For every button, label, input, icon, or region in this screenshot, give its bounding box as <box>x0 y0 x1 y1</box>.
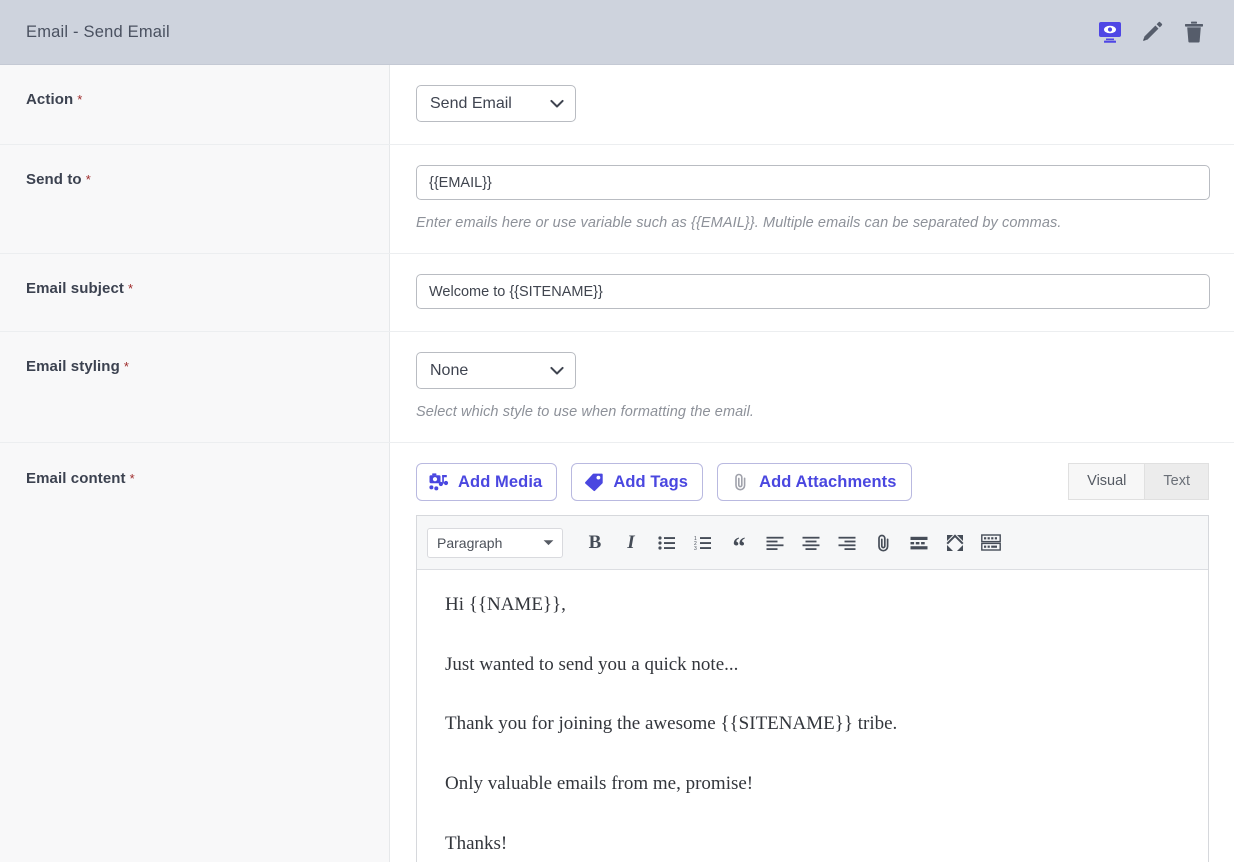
blockquote-glyph: “ <box>732 531 746 561</box>
align-center-icon[interactable] <box>793 526 829 560</box>
required-marker: * <box>85 172 91 187</box>
add-tags-label: Add Tags <box>613 472 689 491</box>
email-paragraph: Only valuable emails from me, promise! <box>445 772 754 794</box>
tab-text[interactable]: Text <box>1145 463 1209 500</box>
label-cell-email-styling: Email styling * <box>0 332 390 442</box>
editor-topbar: Add Media Add Tags Add Attachments Visua… <box>416 463 1209 501</box>
field-cell-email-styling: None Select which style to use when form… <box>390 332 1234 442</box>
bold-glyph: B <box>588 532 602 553</box>
send-to-help-text: Enter emails here or use variable such a… <box>416 215 1062 231</box>
email-content-editor-body[interactable]: Hi {{NAME}}, Just wanted to send you a q… <box>417 570 1208 862</box>
blockquote-icon[interactable]: “ <box>721 526 757 560</box>
email-action-panel: Email - Send Email Action * Send Email S… <box>0 0 1234 862</box>
wysiwyg-editor: Paragraph B I 1 2 3 “ Hi {{NAME}}, Just … <box>416 515 1209 862</box>
email-subject-input[interactable] <box>416 274 1210 309</box>
email-styling-help-text: Select which style to use when formattin… <box>416 404 755 420</box>
add-tags-button[interactable]: Add Tags <box>571 463 704 501</box>
svg-text:3: 3 <box>694 546 697 550</box>
email-paragraph: Thank you for joining the awesome {{SITE… <box>445 713 898 735</box>
label-cell-action: Action * <box>0 65 390 144</box>
field-cell-email-subject <box>390 254 1234 331</box>
action-select[interactable]: Send Email <box>416 85 576 122</box>
label-email-content: Email content <box>26 470 126 487</box>
field-cell-email-content: Add Media Add Tags Add Attachments Visua… <box>390 443 1234 862</box>
add-media-label: Add Media <box>458 472 543 491</box>
required-marker: * <box>123 359 129 374</box>
read-more-icon[interactable] <box>901 526 937 560</box>
label-cell-send-to: Send to * <box>0 145 390 253</box>
paragraph-format-select[interactable]: Paragraph <box>427 527 563 558</box>
edit-icon[interactable] <box>1140 20 1164 44</box>
field-cell-action: Send Email <box>390 65 1234 144</box>
tab-visual[interactable]: Visual <box>1068 463 1146 500</box>
form-row-send-to: Send to* Enter emails here or use variab… <box>0 145 1234 254</box>
panel-header: Email - Send Email <box>0 0 1234 65</box>
editor-mode-tabs: Visual Text <box>1068 463 1209 500</box>
form-row-email-subject: Email subject * <box>0 254 1234 332</box>
field-cell-send-to: Enter emails here or use variable such a… <box>390 145 1234 253</box>
label-email-styling: Email styling <box>26 358 120 375</box>
delete-icon[interactable] <box>1182 20 1206 44</box>
label-action: Action <box>26 91 74 108</box>
form-row-email-content: Email content * Add Media Add Tags Add A… <box>0 443 1234 862</box>
form-row-action: Action * Send Email <box>0 65 1234 145</box>
email-styling-select[interactable]: None <box>416 352 576 389</box>
add-media-button[interactable]: Add Media <box>416 463 558 501</box>
bold-icon[interactable]: B <box>577 526 613 560</box>
editor-toolbar: Paragraph B I 1 2 3 “ <box>417 516 1208 570</box>
page-title: Email - Send Email <box>26 22 170 41</box>
label-email-subject: Email subject <box>26 280 125 297</box>
align-left-icon[interactable] <box>757 526 793 560</box>
media-buttons: Add Media Add Tags Add Attachments <box>416 463 912 501</box>
tag-icon <box>585 473 604 492</box>
label-cell-email-content: Email content * <box>0 443 390 862</box>
numbered-list-icon[interactable]: 1 2 3 <box>685 526 721 560</box>
label-cell-email-subject: Email subject * <box>0 254 390 331</box>
add-attachments-label: Add Attachments <box>759 472 897 491</box>
link-icon[interactable] <box>865 526 901 560</box>
send-to-input[interactable] <box>416 165 1210 200</box>
align-right-icon[interactable] <box>829 526 865 560</box>
fullscreen-icon[interactable] <box>937 526 973 560</box>
required-marker: * <box>129 471 135 486</box>
form-row-email-styling: Email styling * None Select which style t… <box>0 332 1234 443</box>
toolbar-toggle-icon[interactable] <box>973 526 1009 560</box>
label-send-to: Send to <box>26 171 82 188</box>
add-attachments-button[interactable]: Add Attachments <box>717 463 912 501</box>
preview-icon[interactable] <box>1098 20 1122 44</box>
format-select-wrap: Paragraph <box>427 527 563 558</box>
italic-glyph: I <box>627 532 635 553</box>
bullet-list-icon[interactable] <box>649 526 685 560</box>
media-icon <box>429 473 449 491</box>
italic-icon[interactable]: I <box>613 526 649 560</box>
required-marker: * <box>77 92 83 107</box>
action-select-wrap: Send Email <box>416 85 576 122</box>
required-marker: * <box>128 281 134 296</box>
email-paragraph: Thanks! <box>445 832 508 854</box>
paperclip-icon <box>735 473 746 491</box>
email-styling-select-wrap: None <box>416 352 576 389</box>
email-paragraph: Just wanted to send you a quick note... <box>445 653 739 675</box>
header-actions <box>1098 20 1220 44</box>
email-paragraph: Hi {{NAME}}, <box>445 594 566 615</box>
